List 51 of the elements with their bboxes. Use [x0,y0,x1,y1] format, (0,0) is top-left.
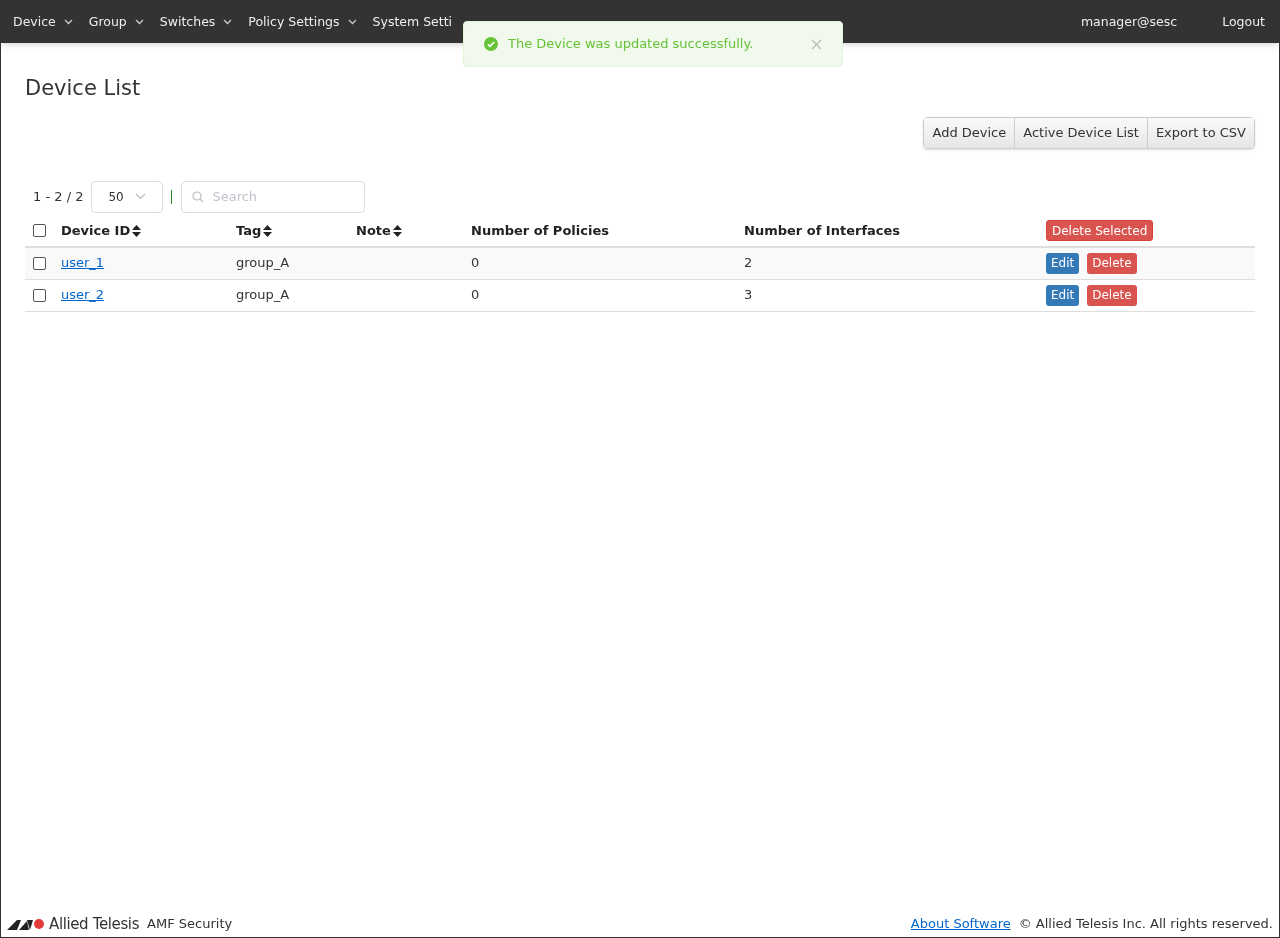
search-field[interactable]: Search [181,180,366,213]
column-header[interactable]: Note [356,220,402,241]
table-cell: 0 [471,287,480,303]
nav-menu-item[interactable]: System Setti [372,12,453,32]
sort-icon [132,224,142,237]
page-title: Device List [25,75,142,102]
column-header[interactable]: Tag [236,220,273,241]
sort-icon [263,224,273,237]
search-icon [192,190,205,203]
user-name: manager@sesc [1080,12,1178,31]
action-button[interactable]: Add Device [924,117,1015,148]
copyright-text: © Allied Telesis Inc. All rights reserved. [1018,915,1273,934]
logo-text: Allied Telesis [49,913,140,935]
table-cell: 0 [471,255,480,271]
about-software-link[interactable]: About Software [910,914,1011,934]
chevron-down-icon [63,19,73,25]
column-header: Number of Policies [471,221,609,240]
nav-menu-item[interactable]: Device [13,12,73,32]
delete-selected-button[interactable]: Delete Selected [1046,220,1154,241]
nav-menu-item[interactable]: Group [88,12,144,32]
product-name: AMF Security [147,915,233,934]
checkbox[interactable] [33,224,46,237]
table-cell: 2 [744,255,753,271]
page-size-select[interactable]: 50 [91,180,164,213]
table-cell: group_A [236,287,290,303]
checkbox[interactable] [33,256,46,270]
chevron-down-icon [223,19,233,25]
action-button[interactable]: Export to CSV [1146,117,1254,148]
column-header[interactable]: Device ID [61,220,142,241]
nav-menu-item[interactable]: Switches [159,12,233,32]
delete-button[interactable]: Delete [1087,252,1137,274]
delete-button[interactable]: Delete [1087,284,1137,306]
nav-menu-item[interactable]: Policy Settings [248,12,357,32]
result-count: 1 - 2 / 2 [33,187,84,206]
edit-button[interactable]: Edit [1046,252,1080,274]
device-id-link[interactable]: user_1 [61,255,105,271]
checkbox[interactable] [33,288,46,302]
sort-icon [392,224,402,237]
logo-mark-icon [7,918,45,930]
chevron-down-icon [347,19,357,25]
table-cell: 3 [744,287,753,303]
edit-button[interactable]: Edit [1046,284,1080,306]
chevron-down-icon [135,193,147,200]
chevron-down-icon [134,19,144,25]
device-id-link[interactable]: user_2 [61,287,105,303]
column-header: Number of Interfaces [744,221,901,240]
logout-link[interactable]: Logout [1222,12,1265,32]
table-cell: group_A [236,255,290,271]
check-circle-icon [484,37,498,51]
toast-message: The Device was updated successfully. [508,35,755,54]
action-button[interactable]: Active Device List [1014,117,1147,148]
